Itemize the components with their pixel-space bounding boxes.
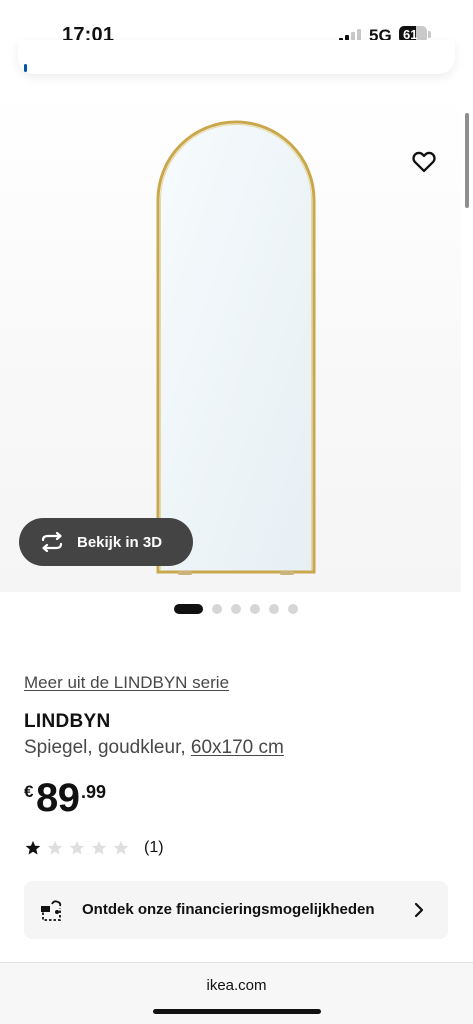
scrollbar[interactable]	[465, 113, 469, 208]
mirror-image	[156, 120, 316, 575]
battery-tip	[428, 31, 431, 38]
carousel-dot[interactable]	[231, 604, 241, 614]
star-empty-icon	[47, 840, 63, 855]
financing-card[interactable]: Ontdek onze financieringsmogelijkheden	[24, 881, 448, 939]
financing-icon	[41, 900, 62, 921]
carousel-dot[interactable]	[250, 604, 260, 614]
product-size-link[interactable]: 60x170 cm	[191, 737, 284, 758]
star-empty-icon	[69, 840, 85, 855]
carousel-dot[interactable]	[288, 604, 298, 614]
browser-bottom-bar: ikea.com	[0, 962, 473, 1024]
carousel-dot[interactable]	[269, 604, 279, 614]
product-description: Spiegel, goudkleur, 60x170 cm	[24, 737, 284, 759]
product-name: LINDBYN	[24, 711, 111, 732]
rating[interactable]: (1)	[24, 838, 164, 858]
product-description-text: Spiegel, goudkleur,	[24, 737, 186, 758]
carousel-dots[interactable]	[174, 603, 307, 615]
collapsed-header[interactable]	[18, 40, 455, 74]
heart-icon	[412, 151, 436, 173]
url-label[interactable]: ikea.com	[0, 977, 473, 994]
star-empty-icon	[91, 840, 107, 855]
chevron-right-icon	[414, 902, 424, 918]
view-3d-label: Bekijk in 3D	[77, 533, 163, 551]
home-indicator[interactable]	[153, 1009, 321, 1014]
star-filled-icon	[25, 840, 41, 855]
price-integer: 89	[36, 776, 80, 820]
series-link[interactable]: Meer uit de LINDBYN serie	[24, 673, 229, 693]
header-accent	[24, 64, 27, 72]
financing-label: Ontdek onze financieringsmogelijkheden	[82, 901, 375, 918]
view-3d-button[interactable]: Bekijk in 3D	[19, 518, 193, 566]
carousel-dot[interactable]	[212, 604, 222, 614]
star-empty-icon	[113, 840, 129, 855]
price-currency: €	[24, 782, 34, 801]
rating-count: (1)	[144, 839, 164, 856]
favorite-button[interactable]	[410, 147, 438, 175]
carousel-dot-active[interactable]	[174, 604, 203, 614]
rotate-3d-icon	[41, 532, 63, 552]
price-decimal: .99	[81, 782, 107, 802]
